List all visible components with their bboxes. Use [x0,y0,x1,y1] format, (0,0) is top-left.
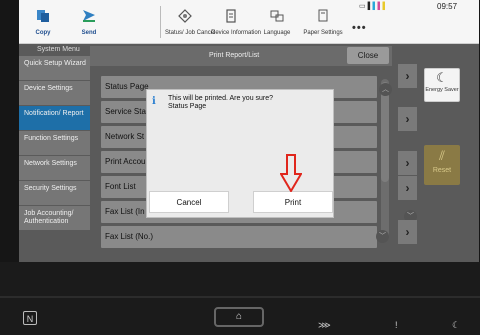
menu-item-quick-setup[interactable]: Quick Setup Wizard [19,56,90,80]
scroll-up-icon[interactable]: ︿ [379,83,392,96]
device-information-button[interactable]: Device Information [211,9,262,36]
send-button[interactable]: Send [71,9,107,36]
menu-item-job-accounting[interactable]: Job Accounting/ Authentication [19,206,90,230]
scrollbar-thumb[interactable] [381,82,389,182]
copy-icon [37,10,49,22]
status-icon [178,9,192,23]
device-icon [226,9,236,23]
dialog-item-name: Status Page [168,103,207,110]
print-button[interactable]: Print [253,191,333,213]
language-label: Language [263,30,291,36]
panel-title: Print Report/List [209,52,260,59]
chevron-right-icon[interactable]: › [398,64,417,88]
copy-label: Copy [35,30,51,36]
toolbar-separator [160,6,161,38]
paper-icon [318,9,328,22]
reset-icon: ⫽ [439,148,445,163]
touch-screen: Copy Send Status/ Job Cancel Device Info… [19,0,479,262]
energy-saver-label: Energy Saver [425,87,459,93]
home-button[interactable]: ⌂ [214,307,264,327]
confirm-dialog: i This will be printed. Are you sure? St… [146,89,334,218]
system-menu: Quick Setup Wizard Device Settings Notif… [19,56,90,231]
language-button[interactable]: Language [257,9,297,36]
menu-item-notification-report[interactable]: Notification/ Report [19,106,90,130]
paper-settings-button[interactable]: Paper Settings [301,9,345,36]
nfc-icon: N [23,311,37,325]
home-icon: ⌂ [235,311,243,322]
chevron-right-icon[interactable]: › [398,151,417,175]
dialog-question: This will be printed. Are you sure? [168,95,274,102]
moon-icon: ☾ [436,70,448,85]
chevron-right-icon[interactable]: › [398,220,417,244]
status-label: Status/ Job Cancel [165,30,216,36]
device-label: Device Information [211,30,262,36]
menu-item-security-settings[interactable]: Security Settings [19,181,90,205]
language-icon [270,10,284,22]
scroll-down-icon[interactable]: ﹀ [376,230,389,243]
status-job-cancel-button[interactable]: Status/ Job Cancel [165,9,216,36]
menu-item-network-settings[interactable]: Network Settings [19,156,90,180]
reset-button[interactable]: ⫽ Reset [424,145,460,185]
menu-item-device-settings[interactable]: Device Settings [19,81,90,105]
screen-icon: ▭ [359,3,366,10]
bezel-divider [0,296,480,298]
close-button[interactable]: Close [347,47,389,64]
dialog-message: This will be printed. Are you sure? Stat… [168,95,273,111]
list-item[interactable]: Fax List (No.) [101,226,377,248]
info-icon: i [152,96,156,107]
energy-saver-button[interactable]: ☾ Energy Saver [424,68,460,102]
send-icon [83,10,95,22]
system-menu-title: System Menu [37,46,80,53]
reset-label: Reset [432,167,452,174]
attention-indicator-icon: ! [395,320,398,330]
more-button[interactable]: ••• [352,22,367,34]
clock: 09:57 [437,2,458,11]
chevron-right-icon[interactable]: › [398,176,417,200]
power-indicator-icon: ☾ [452,320,461,330]
down-arrow-icon [280,154,302,192]
paper-label: Paper Settings [303,30,343,36]
status-indicators: ▭ ▌▌▌▌ [359,3,388,10]
data-indicator-icon: ⋙ [318,320,331,330]
cancel-button[interactable]: Cancel [149,191,229,213]
send-label: Send [81,30,97,36]
copy-button[interactable]: Copy [25,9,61,36]
menu-item-function-settings[interactable]: Function Settings [19,131,90,155]
top-bar: Copy Send Status/ Job Cancel Device Info… [19,0,479,44]
chevron-right-icon[interactable]: › [398,107,417,131]
